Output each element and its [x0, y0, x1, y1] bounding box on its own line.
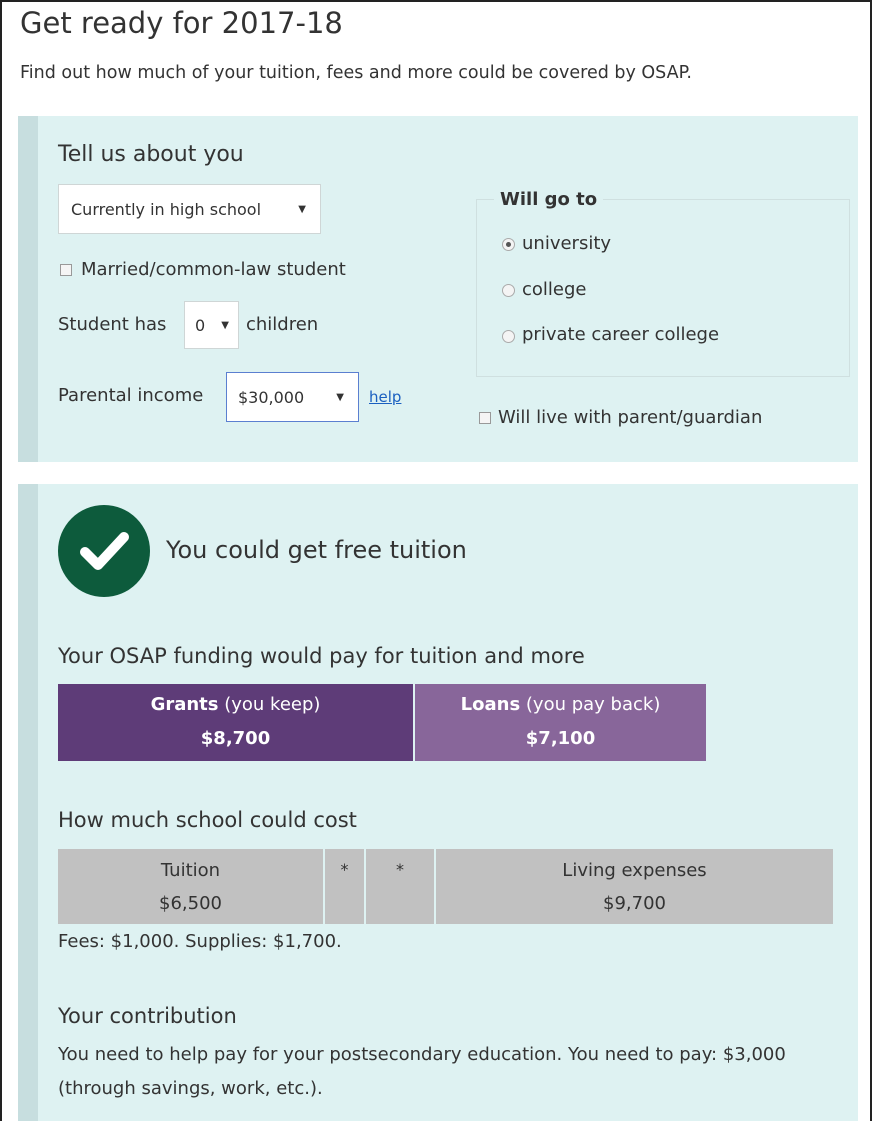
grants-box: Grants (you keep) $8,700	[58, 684, 413, 761]
about-heading: Tell us about you	[58, 142, 244, 167]
fees-box: *	[325, 849, 364, 924]
page-title: Get ready for 2017-18	[20, 6, 343, 40]
radio-private-career-college[interactable]	[502, 330, 515, 343]
help-link[interactable]: help	[369, 388, 401, 406]
student-status-select[interactable]: Currently in high school ▼	[58, 184, 321, 234]
panel-accent-bar	[18, 484, 38, 1121]
radio-college-label: college	[522, 279, 587, 300]
grants-label: Grants (you keep)	[150, 694, 321, 715]
loans-label: Loans (you pay back)	[460, 694, 661, 715]
tuition-label: Tuition	[160, 860, 221, 881]
fees-star: *	[340, 860, 349, 879]
checkmark-icon	[58, 505, 150, 597]
living-expenses-box: Living expenses $9,700	[436, 849, 833, 924]
live-with-parent-label: Will live with parent/guardian	[498, 407, 763, 428]
radio-university[interactable]	[502, 238, 515, 251]
contribution-text: You need to help pay for your postsecond…	[58, 1044, 786, 1099]
chevron-down-icon: ▼	[336, 391, 344, 403]
student-status-value: Currently in high school	[71, 199, 262, 219]
result-headline: You could get free tuition	[166, 536, 467, 564]
income-label: Parental income	[58, 385, 204, 406]
supplies-star: *	[396, 860, 404, 879]
contribution-heading: Your contribution	[58, 1004, 237, 1028]
page-intro: Find out how much of your tuition, fees …	[20, 63, 692, 83]
supplies-box: *	[366, 849, 434, 924]
cost-heading: How much school could cost	[58, 808, 357, 832]
live-with-parent-checkbox[interactable]	[479, 412, 491, 424]
loans-box: Loans (you pay back) $7,100	[415, 684, 706, 761]
income-value: $30,000	[238, 387, 305, 407]
radio-college[interactable]	[502, 284, 515, 297]
living-amount: $9,700	[603, 893, 666, 914]
panel-accent-bar	[18, 116, 38, 462]
grants-amount: $8,700	[200, 728, 271, 749]
children-suffix: children	[246, 314, 319, 335]
married-label: Married/common-law student	[81, 259, 346, 280]
loans-amount: $7,100	[525, 728, 596, 749]
children-select[interactable]: 0 ▼	[184, 301, 239, 349]
chevron-down-icon: ▼	[298, 203, 306, 215]
living-label: Living expenses	[562, 860, 707, 881]
children-value: 0	[195, 315, 206, 335]
parental-income-select[interactable]: $30,000 ▼	[226, 372, 359, 422]
will-go-to-legend: Will go to	[494, 189, 604, 210]
married-checkbox[interactable]	[60, 264, 72, 276]
chevron-down-icon: ▼	[221, 319, 229, 331]
tuition-amount: $6,500	[159, 893, 222, 914]
funding-heading: Your OSAP funding would pay for tuition …	[58, 644, 585, 668]
radio-university-label: university	[522, 233, 612, 254]
children-prefix: Student has	[58, 314, 167, 335]
tuition-box: Tuition $6,500	[58, 849, 323, 924]
radio-private-career-college-label: private career college	[522, 324, 720, 345]
fees-note: Fees: $1,000. Supplies: $1,700.	[58, 931, 342, 952]
